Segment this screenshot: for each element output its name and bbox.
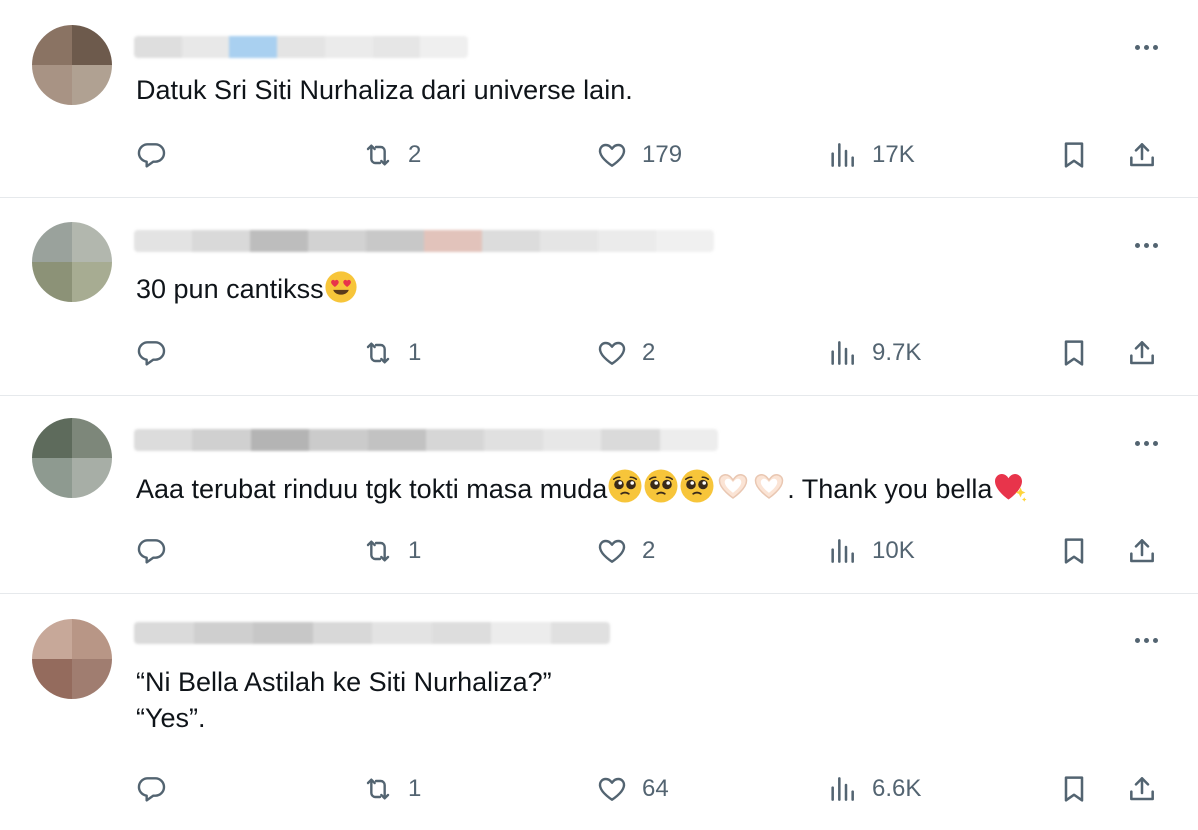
sparkling-heart-emoji — [992, 468, 1028, 504]
more-dots-icon[interactable] — [1130, 37, 1162, 57]
reply-button[interactable] — [136, 531, 168, 571]
views-button[interactable]: 6.6K — [826, 769, 921, 809]
like-count: 2 — [642, 339, 656, 366]
reply-tweet[interactable]: “Ni Bella Astilah ke Siti Nurhaliza?” “Y… — [0, 594, 1198, 830]
share-button[interactable] — [1126, 333, 1158, 373]
replies-feed: Datuk Sri Siti Nurhaliza dari universe l… — [0, 0, 1198, 830]
more-dots-icon[interactable] — [1130, 433, 1162, 453]
blurred-username — [134, 36, 468, 58]
retweet-count: 2 — [408, 141, 422, 168]
blurred-username — [134, 429, 718, 451]
views-button[interactable]: 17K — [826, 135, 915, 175]
reply-text-line2: “Yes”. — [136, 703, 206, 733]
bookmark-button[interactable] — [1058, 769, 1090, 809]
bookmark-button[interactable] — [1058, 333, 1090, 373]
retweet-count: 1 — [408, 775, 422, 802]
pleading-face-emoji — [607, 468, 643, 504]
view-count: 10K — [872, 537, 915, 564]
bookmark-button[interactable] — [1058, 531, 1090, 571]
retweet-button[interactable]: 1 — [362, 769, 421, 809]
heart-eyes-face-emoji — [324, 270, 358, 304]
reply-text: Datuk Sri Siti Nurhaliza dari universe l… — [136, 75, 633, 105]
reply-tweet[interactable]: 30 pun cantikss 1 2 9.7K — [0, 198, 1198, 396]
retweet-count: 1 — [408, 339, 422, 366]
views-bar-chart-icon — [826, 773, 858, 805]
reply-button[interactable] — [136, 333, 168, 373]
like-button[interactable]: 2 — [596, 531, 655, 571]
bookmark-icon — [1058, 535, 1090, 567]
retweet-button[interactable]: 1 — [362, 531, 421, 571]
view-count: 9.7K — [872, 339, 922, 366]
heart-hands-emoji — [751, 468, 787, 504]
reply-text-part1: Aaa terubat rinduu tgk tokti masa muda — [136, 474, 608, 504]
reply-icon — [136, 773, 168, 805]
bookmark-icon — [1058, 773, 1090, 805]
bookmark-icon — [1058, 337, 1090, 369]
retweet-icon — [362, 139, 394, 171]
like-button[interactable]: 64 — [596, 769, 669, 809]
avatar[interactable] — [32, 418, 112, 498]
pleading-face-emoji — [643, 468, 679, 504]
share-icon — [1126, 139, 1158, 171]
bookmark-icon — [1058, 139, 1090, 171]
share-icon — [1126, 535, 1158, 567]
views-button[interactable]: 9.7K — [826, 333, 921, 373]
avatar[interactable] — [32, 25, 112, 105]
like-button[interactable]: 179 — [596, 135, 682, 175]
reply-tweet[interactable]: Aaa terubat rinduu tgk tokti masa muda . … — [0, 396, 1198, 594]
reply-button[interactable] — [136, 135, 168, 175]
view-count: 17K — [872, 141, 915, 168]
reply-text: “Ni Bella Astilah ke Siti Nurhaliza?” “Y… — [136, 664, 552, 736]
reply-tweet[interactable]: Datuk Sri Siti Nurhaliza dari universe l… — [0, 0, 1198, 198]
views-bar-chart-icon — [826, 337, 858, 369]
share-icon — [1126, 337, 1158, 369]
action-bar: 2 179 17K — [0, 135, 1198, 175]
action-bar: 1 2 9.7K — [0, 333, 1198, 373]
reply-text-part2: . Thank you bella — [787, 474, 993, 504]
blurred-username — [134, 622, 610, 644]
like-button[interactable]: 2 — [596, 333, 655, 373]
retweet-count: 1 — [408, 537, 422, 564]
action-bar: 1 2 10K — [0, 531, 1198, 571]
retweet-icon — [362, 535, 394, 567]
heart-hands-emoji — [715, 468, 751, 504]
heart-icon — [596, 773, 628, 805]
retweet-icon — [362, 337, 394, 369]
reply-icon — [136, 337, 168, 369]
view-count: 6.6K — [872, 775, 922, 802]
share-button[interactable] — [1126, 769, 1158, 809]
retweet-button[interactable]: 2 — [362, 135, 421, 175]
pleading-face-emoji — [679, 468, 715, 504]
reply-button[interactable] — [136, 769, 168, 809]
reply-text: Aaa terubat rinduu tgk tokti masa muda . … — [136, 468, 1028, 507]
views-bar-chart-icon — [826, 535, 858, 567]
heart-icon — [596, 337, 628, 369]
share-button[interactable] — [1126, 531, 1158, 571]
retweet-icon — [362, 773, 394, 805]
heart-icon — [596, 535, 628, 567]
reply-icon — [136, 535, 168, 567]
reply-icon — [136, 139, 168, 171]
like-count: 64 — [642, 775, 669, 802]
share-icon — [1126, 773, 1158, 805]
retweet-button[interactable]: 1 — [362, 333, 421, 373]
reply-text: 30 pun cantikss — [136, 270, 358, 307]
like-count: 2 — [642, 537, 656, 564]
views-button[interactable]: 10K — [826, 531, 915, 571]
action-bar: 1 64 6.6K — [0, 769, 1198, 809]
like-count: 179 — [642, 141, 683, 168]
blurred-username — [134, 230, 714, 252]
views-bar-chart-icon — [826, 139, 858, 171]
heart-icon — [596, 139, 628, 171]
reply-text-content: 30 pun cantikss — [136, 274, 324, 304]
bookmark-button[interactable] — [1058, 135, 1090, 175]
avatar[interactable] — [32, 222, 112, 302]
more-dots-icon[interactable] — [1130, 235, 1162, 255]
avatar[interactable] — [32, 619, 112, 699]
reply-text-line1: “Ni Bella Astilah ke Siti Nurhaliza?” — [136, 667, 552, 697]
more-dots-icon[interactable] — [1130, 630, 1162, 650]
share-button[interactable] — [1126, 135, 1158, 175]
